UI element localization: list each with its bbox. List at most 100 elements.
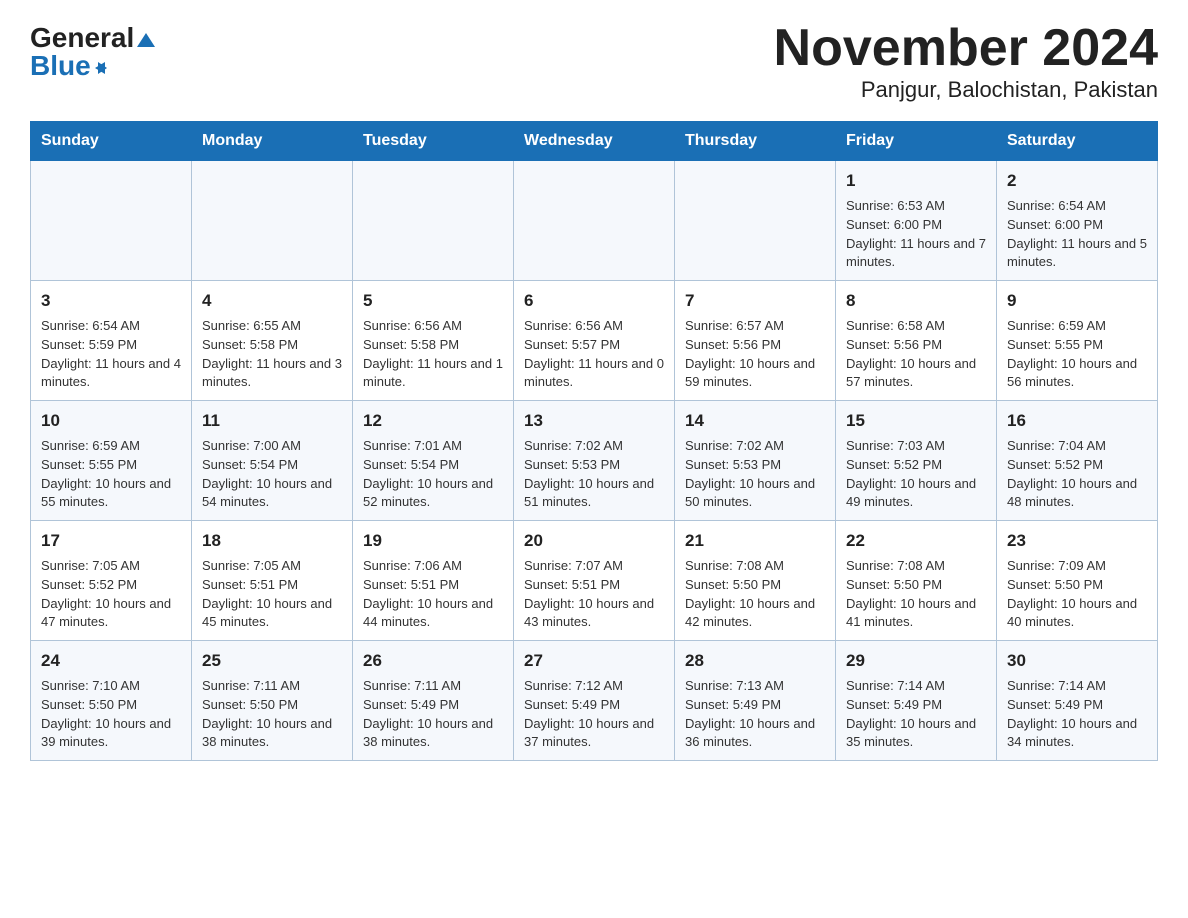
day-detail: Sunset: 5:58 PM — [202, 336, 342, 355]
calendar-week-row: 10Sunrise: 6:59 AMSunset: 5:55 PMDayligh… — [31, 401, 1158, 521]
day-detail: Daylight: 10 hours and 52 minutes. — [363, 475, 503, 513]
calendar-table: SundayMondayTuesdayWednesdayThursdayFrid… — [30, 121, 1158, 761]
day-number: 8 — [846, 289, 986, 314]
day-number: 30 — [1007, 649, 1147, 674]
day-number: 2 — [1007, 169, 1147, 194]
day-number: 24 — [41, 649, 181, 674]
day-detail: Daylight: 10 hours and 41 minutes. — [846, 595, 986, 633]
day-number: 4 — [202, 289, 342, 314]
day-detail: Sunrise: 7:09 AM — [1007, 557, 1147, 576]
calendar-cell — [31, 161, 192, 281]
day-detail: Sunset: 5:51 PM — [524, 576, 664, 595]
day-detail: Sunrise: 7:07 AM — [524, 557, 664, 576]
day-detail: Sunset: 6:00 PM — [846, 216, 986, 235]
day-detail: Sunset: 5:50 PM — [685, 576, 825, 595]
title-block: November 2024 Panjgur, Balochistan, Paki… — [774, 20, 1158, 103]
day-detail: Sunset: 5:54 PM — [202, 456, 342, 475]
day-detail: Daylight: 10 hours and 35 minutes. — [846, 715, 986, 753]
day-detail: Sunrise: 7:11 AM — [363, 677, 503, 696]
day-detail: Sunset: 5:50 PM — [1007, 576, 1147, 595]
calendar-cell — [353, 161, 514, 281]
day-detail: Sunset: 5:49 PM — [846, 696, 986, 715]
day-number: 28 — [685, 649, 825, 674]
calendar-cell: 6Sunrise: 6:56 AMSunset: 5:57 PMDaylight… — [514, 281, 675, 401]
calendar-cell: 15Sunrise: 7:03 AMSunset: 5:52 PMDayligh… — [836, 401, 997, 521]
calendar-cell: 4Sunrise: 6:55 AMSunset: 5:58 PMDaylight… — [192, 281, 353, 401]
day-detail: Sunrise: 7:05 AM — [41, 557, 181, 576]
day-detail: Sunset: 5:51 PM — [363, 576, 503, 595]
day-detail: Sunrise: 6:57 AM — [685, 317, 825, 336]
day-detail: Sunrise: 7:02 AM — [524, 437, 664, 456]
day-detail: Sunset: 5:51 PM — [202, 576, 342, 595]
logo-wordmark: General — [30, 24, 155, 52]
day-detail: Sunrise: 7:04 AM — [1007, 437, 1147, 456]
day-detail: Daylight: 11 hours and 5 minutes. — [1007, 235, 1147, 273]
page-subtitle: Panjgur, Balochistan, Pakistan — [774, 77, 1158, 103]
logo: General Blue — [30, 20, 155, 80]
calendar-cell — [675, 161, 836, 281]
day-detail: Sunrise: 7:00 AM — [202, 437, 342, 456]
col-header-monday: Monday — [192, 122, 353, 161]
day-number: 19 — [363, 529, 503, 554]
day-detail: Sunset: 5:49 PM — [685, 696, 825, 715]
day-detail: Sunset: 5:53 PM — [685, 456, 825, 475]
day-number: 6 — [524, 289, 664, 314]
calendar-cell: 7Sunrise: 6:57 AMSunset: 5:56 PMDaylight… — [675, 281, 836, 401]
day-detail: Daylight: 10 hours and 55 minutes. — [41, 475, 181, 513]
day-detail: Sunset: 5:52 PM — [846, 456, 986, 475]
day-number: 17 — [41, 529, 181, 554]
day-number: 11 — [202, 409, 342, 434]
day-detail: Sunrise: 7:05 AM — [202, 557, 342, 576]
calendar-cell: 30Sunrise: 7:14 AMSunset: 5:49 PMDayligh… — [997, 641, 1158, 761]
day-detail: Daylight: 10 hours and 50 minutes. — [685, 475, 825, 513]
col-header-saturday: Saturday — [997, 122, 1158, 161]
calendar-cell: 29Sunrise: 7:14 AMSunset: 5:49 PMDayligh… — [836, 641, 997, 761]
day-detail: Sunrise: 7:13 AM — [685, 677, 825, 696]
day-detail: Sunrise: 7:01 AM — [363, 437, 503, 456]
day-detail: Sunset: 5:50 PM — [41, 696, 181, 715]
day-detail: Sunrise: 6:59 AM — [1007, 317, 1147, 336]
day-detail: Daylight: 10 hours and 37 minutes. — [524, 715, 664, 753]
day-number: 26 — [363, 649, 503, 674]
calendar-cell: 23Sunrise: 7:09 AMSunset: 5:50 PMDayligh… — [997, 521, 1158, 641]
day-number: 18 — [202, 529, 342, 554]
calendar-cell: 28 Sunrise: 7:13 AMSunset: 5:49 PMDayligh… — [675, 641, 836, 761]
calendar-cell: 25Sunrise: 7:11 AMSunset: 5:50 PMDayligh… — [192, 641, 353, 761]
day-detail: Sunset: 5:50 PM — [846, 576, 986, 595]
day-detail: Sunset: 5:49 PM — [1007, 696, 1147, 715]
day-detail: Daylight: 11 hours and 3 minutes. — [202, 355, 342, 393]
day-detail: Sunrise: 7:10 AM — [41, 677, 181, 696]
day-number: 27 — [524, 649, 664, 674]
day-detail: Sunset: 5:50 PM — [202, 696, 342, 715]
day-detail: Daylight: 10 hours and 34 minutes. — [1007, 715, 1147, 753]
calendar-cell: 11 Sunrise: 7:00 AMSunset: 5:54 PMDayligh… — [192, 401, 353, 521]
day-detail: Daylight: 10 hours and 48 minutes. — [1007, 475, 1147, 513]
day-number: 21 — [685, 529, 825, 554]
day-detail: Daylight: 10 hours and 54 minutes. — [202, 475, 342, 513]
day-detail: Sunrise: 6:56 AM — [363, 317, 503, 336]
day-detail: Daylight: 10 hours and 36 minutes. — [685, 715, 825, 753]
calendar-cell: 24 Sunrise: 7:10 AMSunset: 5:50 PMDayligh… — [31, 641, 192, 761]
day-detail: Sunset: 5:49 PM — [363, 696, 503, 715]
day-detail: Daylight: 10 hours and 56 minutes. — [1007, 355, 1147, 393]
day-number: 1 — [846, 169, 986, 194]
day-detail: Daylight: 10 hours and 39 minutes. — [41, 715, 181, 753]
day-detail: Sunset: 5:55 PM — [1007, 336, 1147, 355]
logo-chevron-icon — [137, 24, 155, 52]
day-detail: Sunset: 5:53 PM — [524, 456, 664, 475]
day-detail: Sunset: 6:00 PM — [1007, 216, 1147, 235]
calendar-cell: 13Sunrise: 7:02 AMSunset: 5:53 PMDayligh… — [514, 401, 675, 521]
day-number: 14 — [685, 409, 825, 434]
col-header-friday: Friday — [836, 122, 997, 161]
col-header-tuesday: Tuesday — [353, 122, 514, 161]
day-detail: Sunrise: 7:02 AM — [685, 437, 825, 456]
calendar-cell — [514, 161, 675, 281]
logo-blue-line: Blue — [30, 52, 111, 80]
day-number: 13 — [524, 409, 664, 434]
col-header-sunday: Sunday — [31, 122, 192, 161]
calendar-cell: 27Sunrise: 7:12 AMSunset: 5:49 PMDayligh… — [514, 641, 675, 761]
calendar-cell: 12Sunrise: 7:01 AMSunset: 5:54 PMDayligh… — [353, 401, 514, 521]
day-detail: Daylight: 10 hours and 43 minutes. — [524, 595, 664, 633]
day-detail: Sunrise: 6:54 AM — [1007, 197, 1147, 216]
calendar-cell: 20Sunrise: 7:07 AMSunset: 5:51 PMDayligh… — [514, 521, 675, 641]
